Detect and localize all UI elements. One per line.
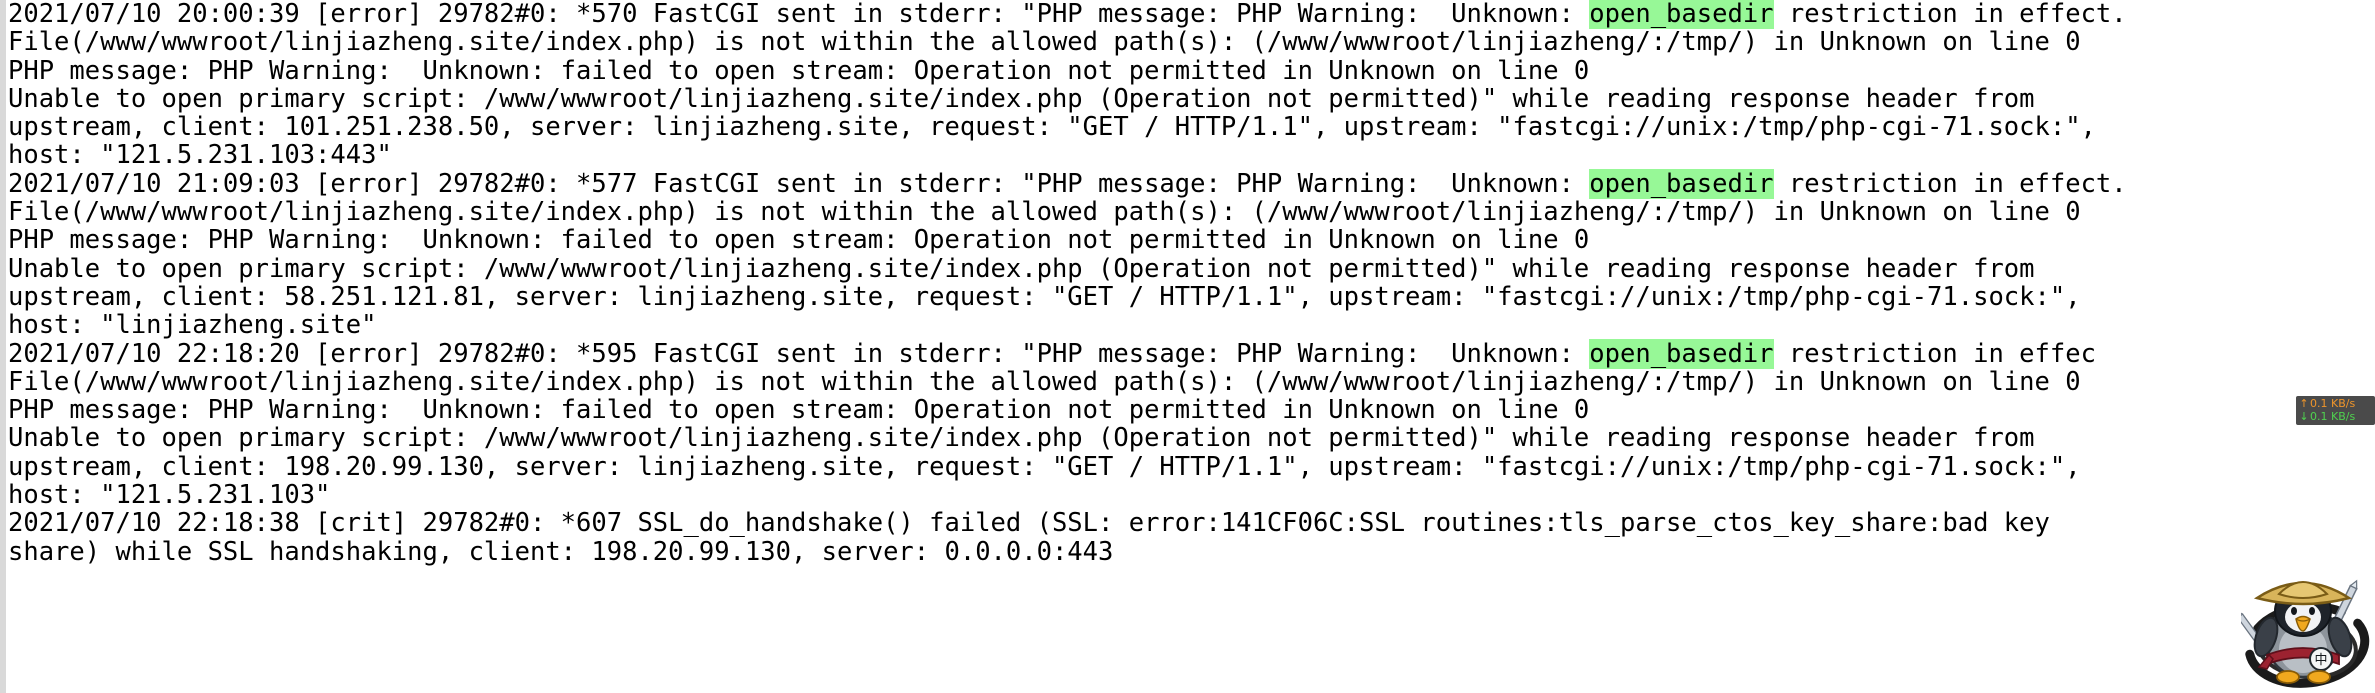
log-line: host: "121.5.231.103" — [8, 481, 2375, 509]
log-line-text: PHP message: PHP Warning: Unknown: faile… — [8, 395, 1590, 426]
log-line-text: share) while SSL handshaking, client: 19… — [8, 536, 1114, 567]
log-line-text: 2021/07/10 21:09:03 [error] 29782#0: *57… — [8, 168, 1590, 199]
log-line-text: File(/www/wwwroot/linjiazheng.site/index… — [8, 27, 2081, 58]
log-text-content: 2021/07/10 20:00:39 [error] 29782#0: *57… — [8, 0, 2375, 566]
log-line: File(/www/wwwroot/linjiazheng.site/index… — [8, 368, 2375, 396]
log-line: Unable to open primary script: /www/wwwr… — [8, 424, 2375, 452]
log-line-text: Unable to open primary script: /www/wwwr… — [8, 253, 2035, 284]
log-line: File(/www/wwwroot/linjiazheng.site/index… — [8, 198, 2375, 226]
log-line-text: upstream, client: 198.20.99.130, server:… — [8, 451, 2081, 482]
log-line: 2021/07/10 22:18:38 [crit] 29782#0: *607… — [8, 509, 2375, 537]
log-line: 2021/07/10 20:00:39 [error] 29782#0: *57… — [8, 0, 2375, 29]
download-speed-value: 0.1 KB/s — [2310, 410, 2356, 423]
log-line: upstream, client: 101.251.238.50, server… — [8, 113, 2375, 141]
avatar: 中 — [2241, 567, 2373, 693]
log-line-text: 2021/07/10 22:18:20 [error] 29782#0: *59… — [8, 338, 1590, 369]
log-line-text: PHP message: PHP Warning: Unknown: faile… — [8, 225, 1590, 256]
log-line-text: restriction in effec — [1773, 338, 2096, 369]
log-line-text: host: "121.5.231.103" — [8, 480, 331, 511]
search-match-highlight: open_basedir — [1589, 0, 1774, 29]
log-line: PHP message: PHP Warning: Unknown: faile… — [8, 55, 2375, 86]
log-line: Unable to open primary script: /www/wwwr… — [8, 85, 2375, 113]
log-line-text: restriction in effect. — [1773, 168, 2127, 199]
log-line-text: restriction in effect. — [1773, 0, 2127, 29]
log-line: Unable to open primary script: /www/wwwr… — [8, 255, 2375, 283]
upload-speed-value: 0.1 KB/s — [2310, 397, 2356, 410]
search-match-highlight: open_basedir — [1589, 168, 1774, 199]
log-line: host: "linjiazheng.site" — [8, 311, 2375, 339]
log-viewport[interactable]: 2021/07/10 20:00:39 [error] 29782#0: *57… — [0, 0, 2375, 693]
log-line: host: "121.5.231.103:443" — [8, 141, 2375, 169]
log-line-text: upstream, client: 101.251.238.50, server… — [8, 112, 2096, 143]
upload-arrow-icon: ↑ — [2299, 397, 2309, 410]
log-line-text: 2021/07/10 20:00:39 [error] 29782#0: *57… — [8, 0, 1590, 29]
log-line-text: upstream, client: 58.251.121.81, server:… — [8, 281, 2081, 312]
log-line: PHP message: PHP Warning: Unknown: faile… — [8, 226, 2375, 254]
download-speed-row: ↓ 0.1 KB/s — [2299, 410, 2372, 423]
log-line-text: 2021/07/10 22:18:38 [crit] 29782#0: *607… — [8, 508, 2050, 539]
log-line: upstream, client: 58.251.121.81, server:… — [8, 283, 2375, 311]
log-line-text: host: "121.5.231.103:443" — [8, 140, 392, 171]
log-line: 2021/07/10 22:18:20 [error] 29782#0: *59… — [8, 338, 2375, 369]
log-line: PHP message: PHP Warning: Unknown: faile… — [8, 396, 2375, 424]
log-line-text: PHP message: PHP Warning: Unknown: faile… — [8, 55, 1590, 86]
log-line-text: File(/www/wwwroot/linjiazheng.site/index… — [8, 197, 2081, 228]
upload-speed-row: ↑ 0.1 KB/s — [2299, 397, 2372, 410]
left-scroll-gutter[interactable] — [0, 0, 6, 693]
network-speed-widget[interactable]: ↑ 0.1 KB/s ↓ 0.1 KB/s — [2296, 396, 2375, 425]
search-match-highlight: open_basedir — [1589, 338, 1774, 369]
badge-kanji: 中 — [2314, 653, 2327, 668]
log-line-text: Unable to open primary script: /www/wwwr… — [8, 83, 2035, 114]
log-line-text: host: "linjiazheng.site" — [8, 310, 377, 341]
log-line: upstream, client: 198.20.99.130, server:… — [8, 453, 2375, 481]
download-arrow-icon: ↓ — [2299, 410, 2309, 423]
log-line: File(/www/wwwroot/linjiazheng.site/index… — [8, 28, 2375, 56]
log-line: 2021/07/10 21:09:03 [error] 29782#0: *57… — [8, 168, 2375, 199]
log-line-text: Unable to open primary script: /www/wwwr… — [8, 423, 2035, 454]
log-line-text: File(/www/wwwroot/linjiazheng.site/index… — [8, 366, 2081, 397]
log-line: share) while SSL handshaking, client: 19… — [8, 536, 2375, 567]
